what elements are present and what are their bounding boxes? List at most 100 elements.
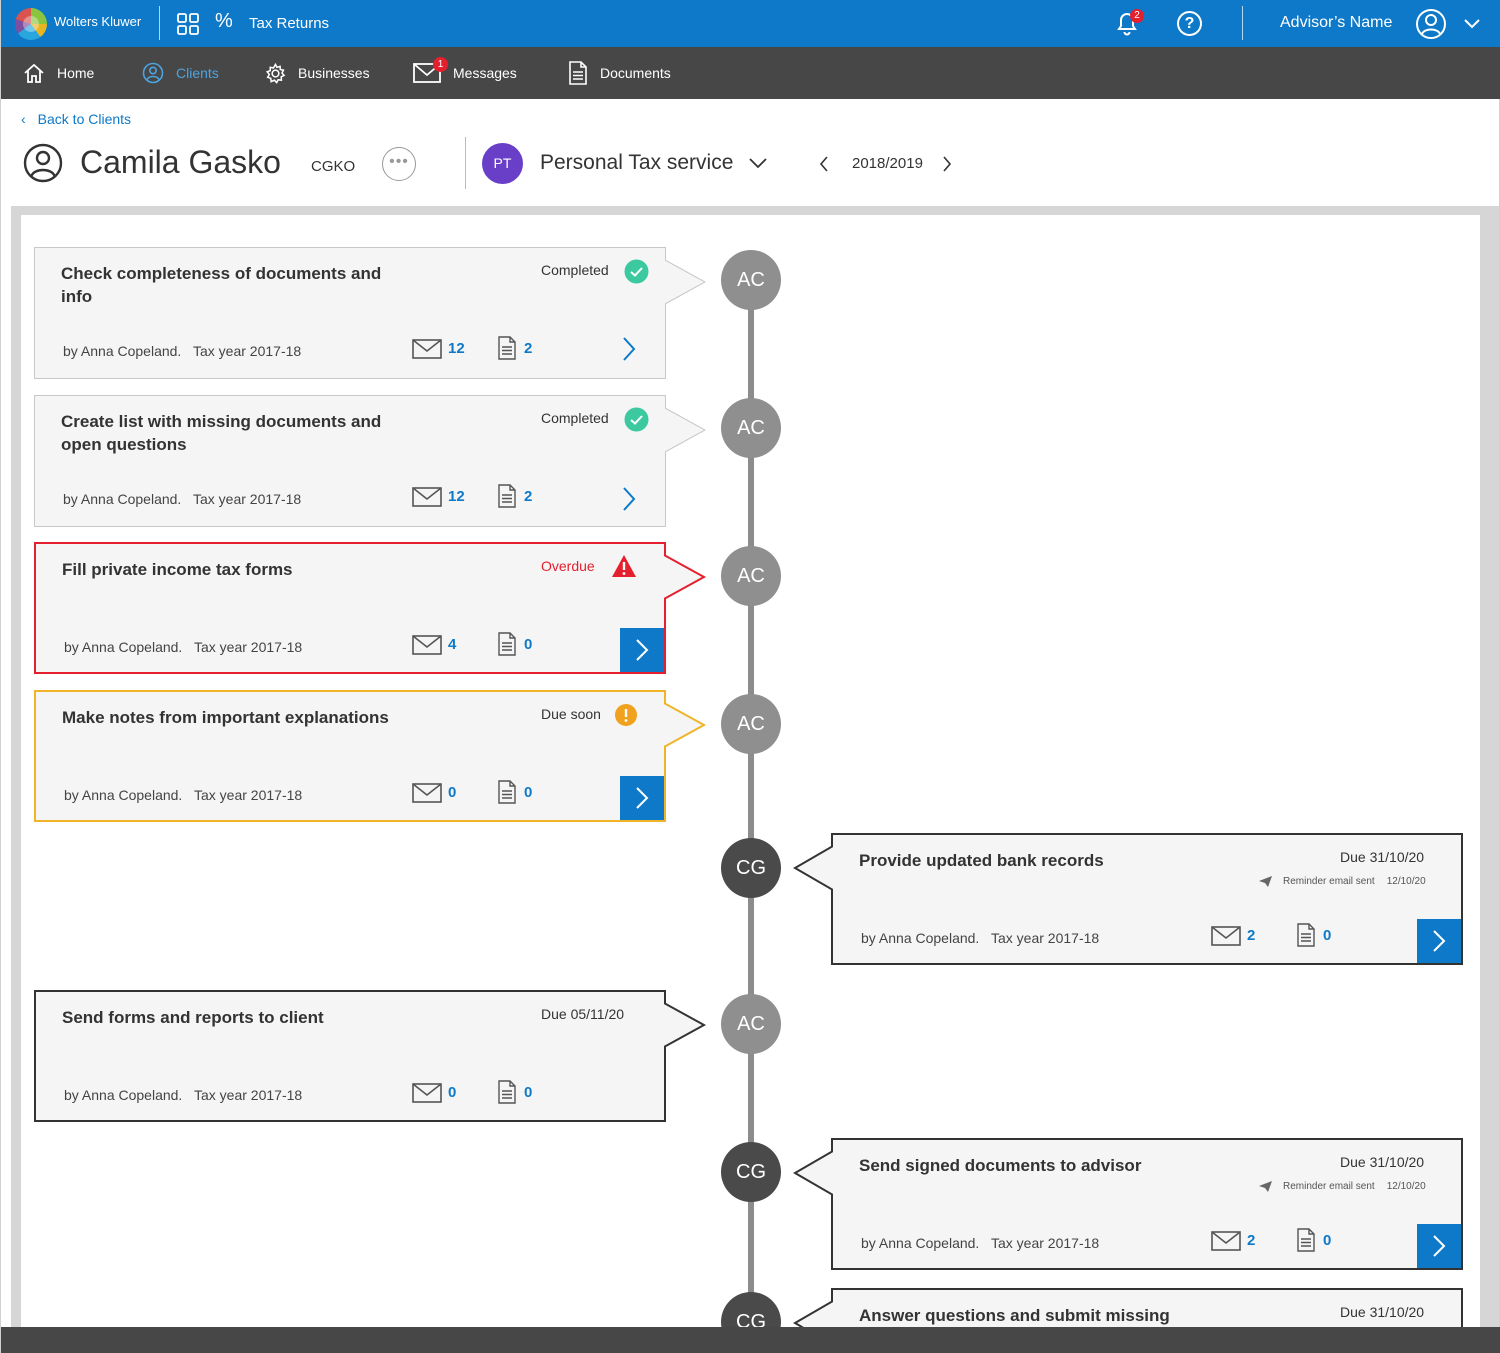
task-title: Make notes from important explanations — [62, 708, 389, 727]
notification-badge: 2 — [1130, 9, 1144, 23]
assignee-node[interactable]: CG — [721, 1142, 781, 1202]
document-count: 2 — [524, 488, 533, 505]
warning-icon — [612, 555, 636, 577]
client-code: CGKO — [311, 158, 356, 175]
task-status: Due 31/10/20 — [1340, 849, 1425, 865]
next-year-icon[interactable] — [941, 155, 953, 173]
task-meta: by Anna Copeland. Tax year 2017-18 — [63, 343, 301, 359]
mail-count: 12 — [448, 488, 465, 505]
document-icon — [569, 61, 587, 85]
mail-icon — [412, 339, 442, 359]
mail-icon — [412, 487, 442, 507]
task-card[interactable]: Create list with missing documents and o… — [34, 395, 666, 527]
previous-year-icon[interactable] — [818, 155, 830, 173]
nav-home[interactable]: Home — [23, 47, 94, 99]
document-count: 0 — [1323, 927, 1332, 944]
document-count: 0 — [524, 784, 533, 801]
nav-messages-label: Messages — [453, 65, 517, 81]
assignee-node[interactable]: AC — [721, 250, 781, 310]
help-button[interactable]: ? — [1177, 11, 1202, 36]
chevron-right-icon[interactable] — [621, 336, 637, 362]
task-meta: by Anna Copeland. Tax year 2017-18 — [63, 491, 301, 507]
open-task-button[interactable] — [1417, 1224, 1461, 1268]
card-pointer — [793, 1150, 833, 1196]
mail-icon — [1211, 926, 1241, 946]
nav-clients[interactable]: Clients — [142, 47, 219, 99]
open-task-button[interactable] — [620, 776, 664, 820]
task-status: Due 05/11/20 — [541, 1006, 625, 1022]
wolters-kluwer-logo[interactable] — [15, 8, 47, 40]
mail-count: 0 — [448, 1084, 457, 1101]
task-tax-year: Tax year 2017-18 — [193, 491, 302, 507]
task-card[interactable]: Check completeness of documents and info… — [34, 247, 666, 379]
check-circle-icon — [624, 259, 649, 284]
task-card[interactable]: Make notes from important explanations D… — [34, 690, 666, 822]
card-pointer — [665, 259, 707, 305]
task-author: by Anna Copeland. — [861, 930, 980, 946]
assignee-node[interactable]: AC — [721, 546, 781, 606]
nav-businesses-label: Businesses — [298, 65, 370, 81]
task-author: by Anna Copeland. — [64, 639, 183, 655]
task-card[interactable]: Provide updated bank records Due 31/10/2… — [831, 833, 1463, 965]
document-icon — [498, 632, 516, 656]
mail-icon — [412, 1083, 442, 1103]
task-title: Answer questions and submit missing — [859, 1306, 1170, 1325]
chevron-down-icon[interactable] — [748, 156, 768, 170]
open-task-button[interactable] — [1417, 919, 1461, 963]
document-icon — [498, 1080, 516, 1104]
task-status: Completed — [541, 410, 609, 426]
user-circle-icon — [142, 62, 164, 84]
task-tax-year: Tax year 2017-18 — [194, 787, 303, 803]
assignee-node[interactable]: CG — [721, 838, 781, 898]
back-label: Back to Clients — [37, 111, 132, 127]
chevron-right-icon — [1433, 1235, 1446, 1257]
chevron-left-icon: ‹ — [21, 111, 26, 127]
task-card[interactable]: Send forms and reports to client Due 05/… — [34, 990, 666, 1122]
assignee-node[interactable]: AC — [721, 694, 781, 754]
mail-icon — [412, 783, 442, 803]
more-options-button[interactable]: ••• — [382, 147, 416, 181]
nav-businesses[interactable]: Businesses — [265, 47, 370, 99]
client-name: Camila Gasko — [80, 144, 281, 180]
nav-documents[interactable]: Documents — [568, 47, 671, 99]
nav-home-label: Home — [57, 65, 95, 81]
task-meta: by Anna Copeland. Tax year 2017-18 — [861, 1235, 1099, 1251]
service-badge: PT — [482, 143, 523, 184]
card-pointer — [664, 702, 707, 748]
chevron-right-icon[interactable] — [621, 486, 637, 512]
percent-icon: % — [215, 10, 233, 32]
task-status: Due 31/10/20 — [1340, 1154, 1425, 1170]
advisor-name[interactable]: Advisor’s Name — [1280, 14, 1392, 32]
mail-count: 4 — [448, 636, 457, 653]
app-window: Wolters Kluwer % Tax Returns 2 ? Advisor… — [0, 0, 1500, 1353]
document-count: 0 — [524, 1084, 533, 1101]
reminder-date: 12/10/20 — [1386, 1181, 1426, 1192]
app-title: Tax Returns — [249, 15, 330, 32]
task-card[interactable]: Fill private income tax forms Overdue by… — [34, 542, 666, 674]
chevron-right-icon — [636, 787, 649, 809]
task-title: Send signed documents to advisor — [859, 1156, 1142, 1175]
task-tax-year: Tax year 2017-18 — [193, 343, 302, 359]
bottom-bar — [1, 1327, 1500, 1353]
open-task-button[interactable] — [620, 628, 664, 672]
top-bar: Wolters Kluwer % Tax Returns 2 ? Advisor… — [1, 0, 1500, 47]
chevron-down-icon[interactable] — [1463, 16, 1481, 30]
task-meta: by Anna Copeland. Tax year 2017-18 — [64, 1087, 302, 1103]
assignee-node[interactable]: AC — [721, 994, 781, 1054]
service-select[interactable]: Personal Tax service — [540, 151, 733, 175]
nav-messages[interactable]: Messages — [413, 47, 517, 99]
task-author: by Anna Copeland. — [63, 491, 182, 507]
task-card[interactable]: Send signed documents to advisor Due 31/… — [831, 1138, 1463, 1270]
reminder-note: Reminder email sent 12/10/20 — [1258, 875, 1426, 888]
task-status: Due 31/10/20 — [1340, 1304, 1425, 1320]
back-to-clients-link[interactable]: ‹ Back to Clients — [21, 111, 131, 127]
assignee-node[interactable]: AC — [721, 398, 781, 458]
mail-count: 0 — [448, 784, 457, 801]
apps-grid-icon[interactable] — [177, 13, 199, 35]
year-label: 2018/2019 — [852, 155, 923, 172]
document-count: 0 — [1323, 1232, 1332, 1249]
user-account-icon[interactable] — [1415, 8, 1447, 40]
task-tax-year: Tax year 2017-18 — [991, 930, 1100, 946]
task-meta: by Anna Copeland. Tax year 2017-18 — [64, 787, 302, 803]
divider — [465, 137, 466, 189]
